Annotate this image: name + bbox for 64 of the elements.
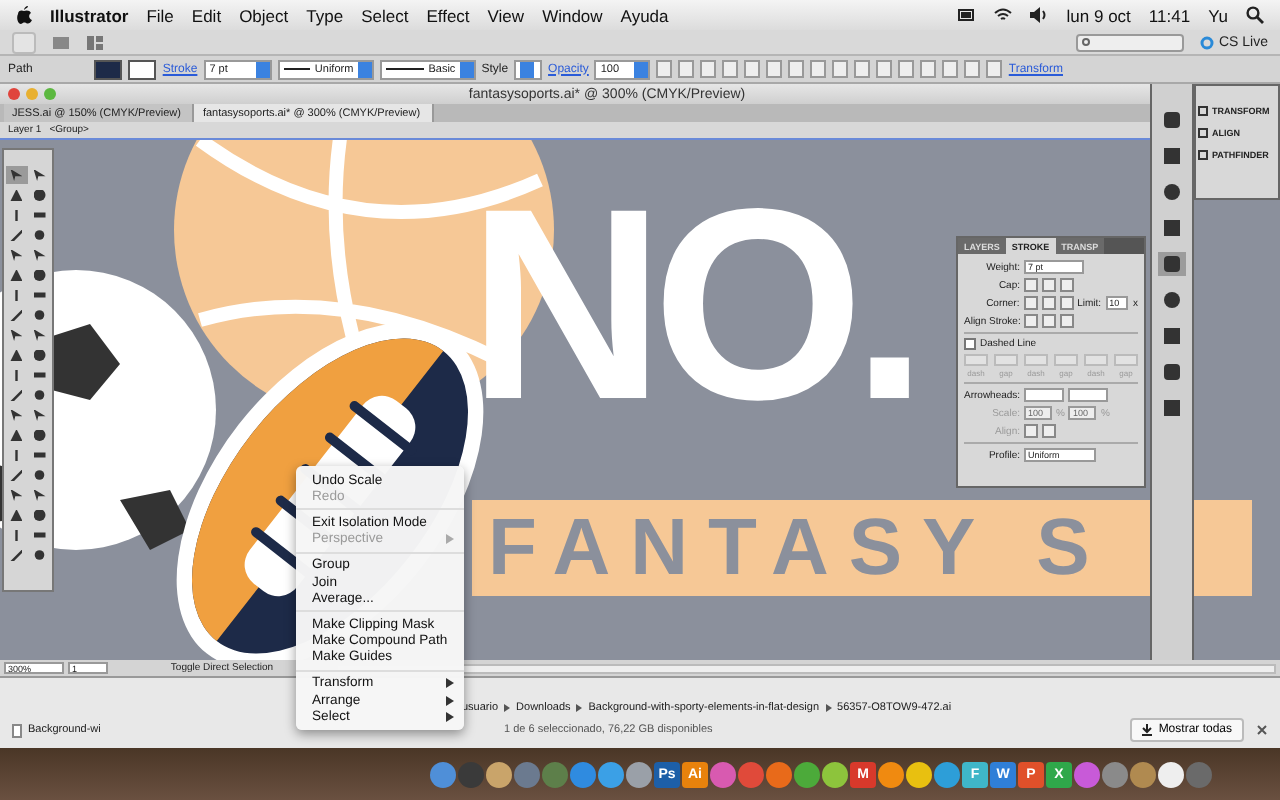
chevron-icon xyxy=(504,704,511,712)
menu-item[interactable]: Type xyxy=(306,5,344,25)
style-dropdown[interactable] xyxy=(514,59,543,79)
panel-button[interactable] xyxy=(1158,396,1186,420)
submenu-arrow-icon xyxy=(446,534,454,545)
panel-button[interactable] xyxy=(1158,324,1186,348)
volume-icon[interactable] xyxy=(1030,6,1049,24)
stroke-swatch[interactable] xyxy=(128,59,157,79)
close-button[interactable] xyxy=(8,88,20,100)
menu-item[interactable]: Edit xyxy=(191,5,222,25)
app-icon[interactable] xyxy=(626,761,652,787)
chevron-icon xyxy=(825,704,832,712)
dash-field[interactable] xyxy=(964,354,988,366)
tool-button[interactable] xyxy=(29,186,50,204)
arrange-documents-icon[interactable] xyxy=(86,33,104,51)
start-arrowhead-dropdown[interactable] xyxy=(1024,388,1064,402)
search-icon xyxy=(1082,37,1093,47)
search-field[interactable] xyxy=(1076,33,1185,51)
menu-item[interactable]: File xyxy=(146,5,174,25)
app-icon[interactable] xyxy=(906,761,932,787)
dash-field[interactable] xyxy=(1024,354,1048,366)
dash-field[interactable] xyxy=(1084,354,1108,366)
menu-date[interactable]: lun 9 oct xyxy=(1066,5,1131,25)
battery-icon[interactable] xyxy=(958,6,977,24)
search-icon[interactable] xyxy=(1246,6,1264,24)
fill-swatch[interactable] xyxy=(94,59,123,79)
app-icon[interactable] xyxy=(878,761,904,787)
bridge-icon[interactable] xyxy=(52,33,70,51)
dash-field[interactable] xyxy=(1054,354,1078,366)
apple-icon[interactable] xyxy=(16,6,32,24)
menu-item[interactable]: Select xyxy=(361,5,409,25)
panel-button[interactable] xyxy=(1158,108,1186,132)
menu-item[interactable]: Effect xyxy=(426,5,470,25)
panel-button[interactable] xyxy=(1158,216,1186,240)
tool-button[interactable] xyxy=(29,426,50,444)
user-name[interactable]: Yu xyxy=(1208,5,1228,25)
menu-item[interactable]: View xyxy=(487,5,525,25)
app-menu[interactable]: Illustrator xyxy=(50,5,129,25)
download-icon xyxy=(1142,724,1153,736)
menu-item[interactable]: Object xyxy=(239,5,289,25)
dash-field[interactable] xyxy=(1114,354,1138,366)
menu-clock[interactable]: 11:41 xyxy=(1148,5,1191,25)
app-icon[interactable] xyxy=(1158,761,1184,787)
band-text: FANTASY S xyxy=(488,508,1110,588)
tool-button[interactable] xyxy=(29,506,50,524)
tool-button[interactable] xyxy=(29,266,50,284)
end-arrowhead-dropdown[interactable] xyxy=(1068,388,1108,402)
tool-button[interactable] xyxy=(6,166,27,184)
panel-button[interactable] xyxy=(1158,252,1186,276)
dashed-line-checkbox[interactable] xyxy=(964,338,976,350)
wifi-icon[interactable] xyxy=(994,6,1013,24)
ring-icon xyxy=(1200,35,1215,49)
app-icon[interactable] xyxy=(822,761,848,787)
app-icon[interactable] xyxy=(486,761,512,787)
app-icon[interactable] xyxy=(598,761,624,787)
panel-button[interactable] xyxy=(1158,360,1186,384)
tool-button[interactable] xyxy=(29,346,50,364)
close-icon[interactable] xyxy=(1256,724,1268,736)
tool-button[interactable] xyxy=(6,186,27,204)
menu-item[interactable]: Window xyxy=(542,5,603,25)
dash-field[interactable] xyxy=(994,354,1018,366)
menu-item[interactable]: Ayuda xyxy=(620,5,669,25)
panel-button[interactable] xyxy=(1158,144,1186,168)
chevron-icon xyxy=(576,704,583,712)
